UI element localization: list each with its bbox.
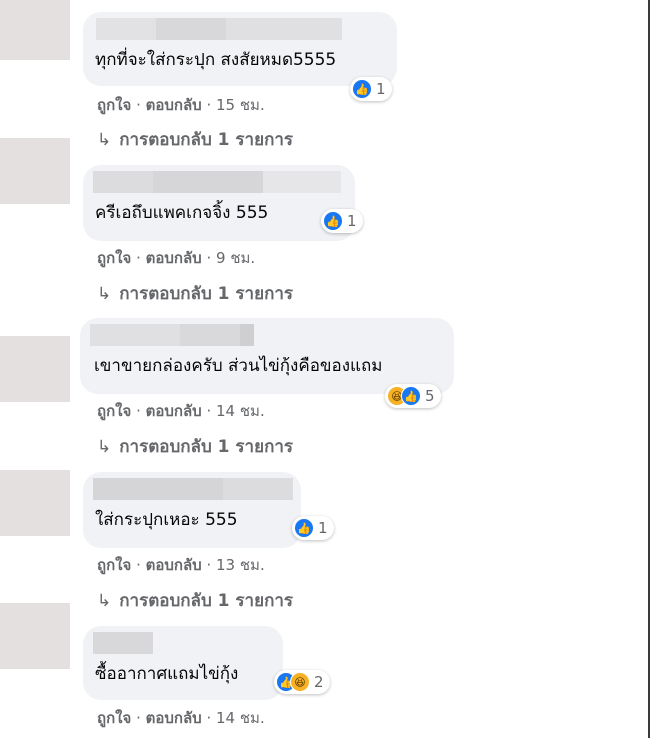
timestamp[interactable]: 15 ชม. [216, 96, 265, 114]
separator-dot: · [136, 402, 146, 420]
reply-arrow-icon: ↳ [97, 284, 112, 304]
like-link[interactable]: ถูกใจ [97, 249, 131, 267]
comment-text: เขาขายกล่องครับ ส่วนไข่กุ้งคือของแถม [94, 356, 383, 376]
commenter-name-redacted[interactable] [93, 632, 153, 654]
comment-meta: ถูกใจ · ตอบกลับ · 9 ชม. [97, 246, 255, 270]
view-replies-link[interactable]: ↳ การตอบกลับ 1 รายการ [97, 433, 293, 460]
view-replies-link[interactable]: ↳ การตอบกลับ 1 รายการ [97, 280, 293, 307]
comment-bubble: เขาขายกล่องครับ ส่วนไข่กุ้งคือของแถม [80, 318, 454, 394]
reply-link[interactable]: ตอบกลับ [146, 402, 202, 420]
commenter-name-redacted[interactable] [90, 324, 254, 346]
avatar[interactable] [0, 336, 70, 402]
reaction-summary[interactable]: 👍 1 [321, 209, 363, 233]
timestamp[interactable]: 9 ชม. [216, 249, 255, 267]
reaction-count: 5 [425, 387, 435, 405]
timestamp[interactable]: 14 ชม. [216, 402, 265, 420]
view-replies-link[interactable]: ↳ การตอบกลับ 1 รายการ [97, 587, 293, 614]
replies-label: การตอบกลับ 1 รายการ [119, 437, 294, 457]
reaction-count: 1 [347, 212, 357, 230]
reply-arrow-icon: ↳ [97, 591, 112, 611]
reaction-count: 2 [314, 673, 324, 691]
separator-dot: · [136, 249, 146, 267]
like-icon: 👍 [352, 79, 372, 99]
commenter-name-redacted[interactable] [93, 478, 293, 500]
like-link[interactable]: ถูกใจ [97, 96, 131, 114]
timestamp[interactable]: 14 ชม. [216, 709, 265, 727]
avatar[interactable] [0, 138, 70, 204]
like-icon: 👍 [294, 518, 314, 538]
comment-meta: ถูกใจ · ตอบกลับ · 15 ชม. [97, 93, 265, 117]
like-icon: 👍 [401, 386, 421, 406]
separator-dot: · [206, 709, 217, 727]
comment-bubble: ใส่กระปุกเหอะ 555 [83, 472, 301, 548]
reaction-count: 1 [318, 519, 328, 537]
like-link[interactable]: ถูกใจ [97, 556, 131, 574]
view-replies-link[interactable]: ↳ การตอบกลับ 1 รายการ [97, 126, 293, 153]
separator-dot: · [206, 96, 217, 114]
comment-bubble: ครีเอถึบแพคเกจจิ้ง 555 [83, 165, 355, 241]
comment-meta: ถูกใจ · ตอบกลับ · 13 ชม. [97, 553, 265, 577]
comment-bubble: ทุกที่จะใส่กระปุก สงสัยหมด5555 [83, 12, 397, 86]
commenter-name-redacted[interactable] [96, 18, 342, 40]
comment-text: ทุกที่จะใส่กระปุก สงสัยหมด5555 [95, 50, 337, 70]
reaction-summary[interactable]: 😆 👍 5 [385, 384, 441, 408]
reply-link[interactable]: ตอบกลับ [146, 249, 202, 267]
comment-bubble: ซื้ออากาศแถมไข่กุ้ง [83, 626, 283, 700]
like-icon: 👍 [323, 211, 343, 231]
reply-arrow-icon: ↳ [97, 437, 112, 457]
replies-label: การตอบกลับ 1 รายการ [119, 591, 294, 611]
comment-text: ซื้ออากาศแถมไข่กุ้ง [95, 664, 239, 684]
avatar[interactable] [0, 470, 70, 536]
comment-text: ครีเอถึบแพคเกจจิ้ง 555 [95, 203, 269, 223]
comment-meta: ถูกใจ · ตอบกลับ · 14 ชม. [97, 706, 265, 730]
separator-dot: · [136, 709, 146, 727]
separator-dot: · [206, 402, 217, 420]
reaction-summary[interactable]: 👍 1 [292, 516, 334, 540]
like-link[interactable]: ถูกใจ [97, 709, 131, 727]
separator-dot: · [206, 556, 217, 574]
replies-label: การตอบกลับ 1 รายการ [119, 284, 294, 304]
comment-meta: ถูกใจ · ตอบกลับ · 14 ชม. [97, 399, 265, 423]
reply-arrow-icon: ↳ [97, 130, 112, 150]
commenter-name-redacted[interactable] [93, 171, 341, 193]
replies-label: การตอบกลับ 1 รายการ [119, 130, 294, 150]
reply-link[interactable]: ตอบกลับ [146, 709, 202, 727]
reaction-count: 1 [376, 80, 386, 98]
separator-dot: · [136, 96, 146, 114]
comment-text: ใส่กระปุกเหอะ 555 [95, 510, 238, 530]
avatar[interactable] [0, 0, 70, 60]
avatar[interactable] [0, 603, 70, 669]
separator-dot: · [206, 249, 217, 267]
reaction-summary[interactable]: 👍 😆 2 [274, 670, 330, 694]
reaction-summary[interactable]: 👍 1 [350, 77, 392, 101]
haha-icon: 😆 [290, 672, 310, 692]
reply-link[interactable]: ตอบกลับ [146, 96, 202, 114]
like-link[interactable]: ถูกใจ [97, 402, 131, 420]
timestamp[interactable]: 13 ชม. [216, 556, 265, 574]
separator-dot: · [136, 556, 146, 574]
reply-link[interactable]: ตอบกลับ [146, 556, 202, 574]
